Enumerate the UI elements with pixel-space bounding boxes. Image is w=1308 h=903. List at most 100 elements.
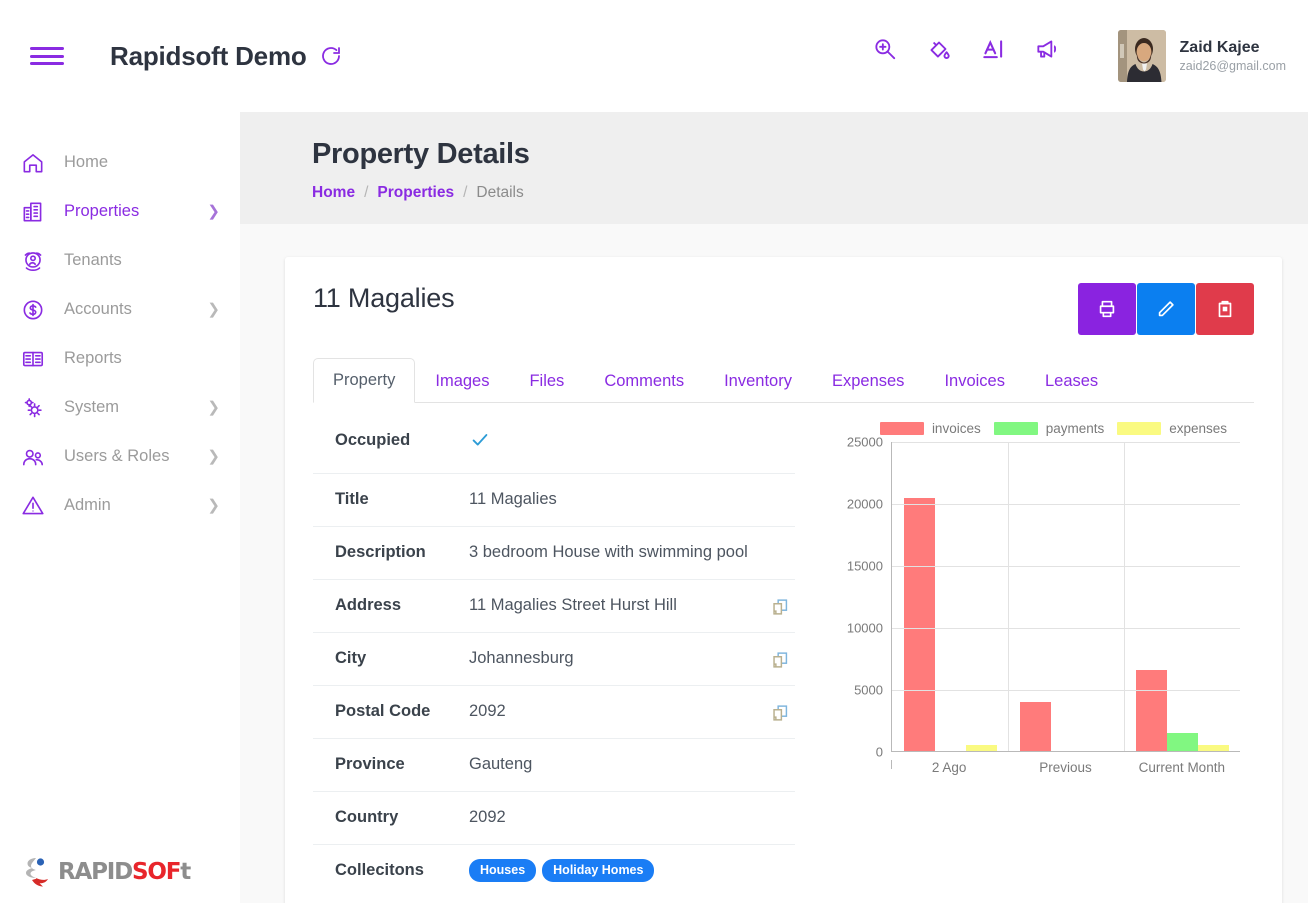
paint-bucket-icon[interactable] bbox=[926, 36, 952, 62]
grid-line bbox=[892, 566, 1240, 567]
finance-chart: invoices payments expenses 0 5000 10000 15000… bbox=[805, 415, 1254, 897]
detail-value: 11 Magalies Street Hurst Hill bbox=[469, 595, 677, 614]
copy-icon[interactable] bbox=[769, 647, 795, 671]
sidebar-item-system[interactable]: System ❯ bbox=[0, 383, 240, 432]
bar-invoices[interactable] bbox=[1019, 702, 1051, 751]
legend-item[interactable]: payments bbox=[993, 421, 1104, 436]
sidebar-item-admin[interactable]: Admin ❯ bbox=[0, 481, 240, 530]
legend-item[interactable]: invoices bbox=[879, 421, 981, 436]
detail-row: Address 11 Magalies Street Hurst Hill bbox=[313, 580, 795, 633]
y-axis-tick: 25000 bbox=[846, 434, 883, 450]
text-color-icon[interactable] bbox=[980, 36, 1006, 62]
action-button-group bbox=[1078, 283, 1254, 335]
user-info: Zaid Kajee zaid26@gmail.com bbox=[1180, 38, 1286, 74]
sidebar-item-users-roles[interactable]: Users & Roles ❯ bbox=[0, 432, 240, 481]
sidebar-item-reports[interactable]: Reports bbox=[0, 334, 240, 383]
hamburger-icon[interactable] bbox=[30, 43, 64, 69]
logo-part-2: SOF bbox=[132, 859, 181, 885]
chevron-right-icon: ❯ bbox=[207, 497, 220, 514]
copy-icon-placeholder bbox=[769, 806, 795, 808]
refresh-icon[interactable] bbox=[319, 44, 343, 68]
sidebar-item-label: Home bbox=[64, 153, 109, 171]
home-icon bbox=[14, 150, 52, 176]
print-button[interactable] bbox=[1078, 283, 1136, 335]
detail-value: Gauteng bbox=[469, 754, 533, 773]
rapidsoft-logo: RAPIDSOFt bbox=[22, 855, 191, 889]
warning-icon bbox=[14, 493, 52, 519]
sidebar-item-tenants[interactable]: Tenants bbox=[0, 236, 240, 285]
detail-value-cell bbox=[453, 429, 769, 459]
detail-value-cell: 2092 bbox=[453, 806, 769, 830]
bar-expenses[interactable] bbox=[965, 745, 997, 751]
sidebar-item-label: System bbox=[64, 398, 120, 416]
chart-grid bbox=[891, 442, 1240, 752]
detail-row: Title 11 Magalies bbox=[313, 474, 795, 527]
x-axis-label: Current Month bbox=[891, 760, 1240, 775]
brand-label: Rapidsoft Demo bbox=[110, 40, 307, 71]
legend-item[interactable]: expenses bbox=[1117, 421, 1227, 436]
detail-value-cell: Houses Holiday Homes bbox=[453, 858, 769, 883]
sidebar-item-label: Reports bbox=[64, 349, 122, 367]
header-icon-group bbox=[872, 36, 1060, 62]
tab-leases[interactable]: Leases bbox=[1025, 359, 1118, 403]
chart-legend: invoices payments expenses bbox=[843, 421, 1250, 436]
detail-value-cell: 11 Magalies bbox=[453, 488, 769, 512]
y-axis-tick: 5000 bbox=[854, 682, 883, 698]
chevron-right-icon: ❯ bbox=[207, 399, 220, 416]
status-badge[interactable]: Houses bbox=[469, 858, 537, 883]
tab-inventory[interactable]: Inventory bbox=[704, 359, 812, 403]
copy-icon-placeholder bbox=[769, 541, 795, 543]
hamburger-bar bbox=[30, 47, 64, 50]
user-name: Zaid Kajee bbox=[1179, 38, 1260, 56]
tab-expenses[interactable]: Expenses bbox=[812, 359, 924, 403]
bar-expenses[interactable] bbox=[1197, 744, 1229, 751]
copy-icon[interactable] bbox=[769, 700, 795, 724]
logo-text: RAPIDSOFt bbox=[58, 859, 191, 885]
detail-value-cell: Johannesburg bbox=[453, 647, 769, 671]
sidebar-item-label: Properties bbox=[64, 202, 140, 220]
detail-label: Province bbox=[335, 754, 405, 773]
logo-mark bbox=[26, 858, 48, 887]
user-menu[interactable]: Zaid Kajee zaid26@gmail.com bbox=[1117, 30, 1286, 82]
breadcrumb-item-home[interactable]: Home bbox=[312, 184, 355, 202]
grid-line bbox=[892, 442, 1240, 443]
legend-label: invoices bbox=[931, 421, 981, 436]
bar-invoices[interactable] bbox=[903, 498, 935, 751]
sidebar-item-properties[interactable]: Properties ❯ bbox=[0, 187, 240, 236]
breadcrumb-item-properties[interactable]: Properties bbox=[377, 184, 454, 202]
copy-icon[interactable] bbox=[769, 594, 795, 618]
sidebar-item-label: Accounts bbox=[64, 300, 132, 318]
y-axis-tick: 0 bbox=[875, 744, 883, 760]
property-card: 11 Magalies Property Images Files Commen… bbox=[285, 257, 1282, 903]
sidebar-item-accounts[interactable]: Accounts ❯ bbox=[0, 285, 240, 334]
chart-x-axis: 2 Ago Previous Current Month bbox=[891, 760, 1240, 775]
x-axis-label: Previous bbox=[891, 760, 1123, 775]
logo-part-3: t bbox=[180, 859, 191, 885]
tab-comments[interactable]: Comments bbox=[584, 359, 704, 403]
tab-images[interactable]: Images bbox=[415, 359, 509, 403]
tab-invoices[interactable]: Invoices bbox=[924, 359, 1025, 403]
chart-y-axis: 0 5000 10000 15000 20000 25000 bbox=[843, 435, 889, 760]
app-brand: Rapidsoft Demo bbox=[110, 41, 343, 72]
chevron-right-icon: ❯ bbox=[207, 203, 220, 220]
bar-invoices[interactable] bbox=[1135, 670, 1167, 751]
sidebar-item-home[interactable]: Home bbox=[0, 138, 240, 187]
tab-files[interactable]: Files bbox=[509, 359, 584, 403]
copy-icon-placeholder bbox=[769, 488, 795, 490]
legend-swatch bbox=[993, 422, 1038, 435]
delete-button[interactable] bbox=[1196, 283, 1254, 335]
tab-property[interactable]: Property bbox=[313, 358, 416, 403]
edit-button[interactable] bbox=[1137, 283, 1195, 335]
page-title: Property Details bbox=[312, 138, 530, 170]
megaphone-icon[interactable] bbox=[1034, 36, 1060, 62]
bar-payments[interactable] bbox=[1166, 733, 1198, 751]
sidebar: Home Properties ❯ Tenants Accounts ❯ Reports Sy… bbox=[0, 112, 240, 903]
property-details-table: Occupied Title 11 Magalies Description 3 bed… bbox=[313, 415, 795, 897]
status-badge[interactable]: Holiday Homes bbox=[542, 858, 655, 883]
zoom-in-icon[interactable] bbox=[872, 36, 898, 62]
detail-value-cell: 2092 bbox=[453, 700, 769, 724]
legend-swatch bbox=[1117, 422, 1162, 435]
app-shell: Home Properties ❯ Tenants Accounts ❯ Reports Sy… bbox=[0, 112, 1308, 903]
breadcrumb-item-details: Details bbox=[476, 184, 524, 201]
y-axis-tick: 20000 bbox=[846, 496, 883, 512]
